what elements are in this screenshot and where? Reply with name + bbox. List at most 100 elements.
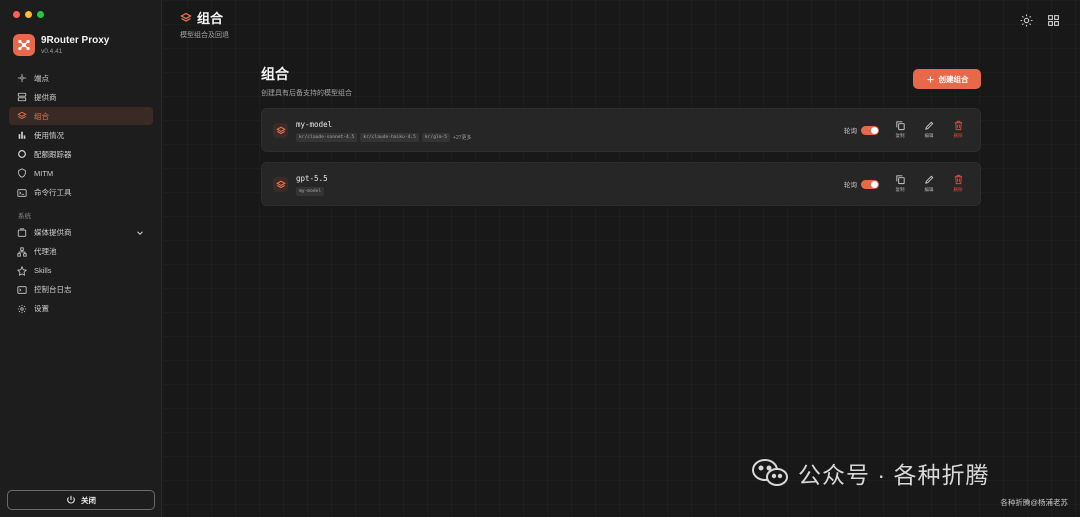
sidebar-item-label: 组合 xyxy=(34,111,49,121)
copy-button[interactable]: 复制 xyxy=(892,174,908,193)
round-robin-label: 轮询 xyxy=(844,128,857,135)
sidebar-nav: 端点 提供商 组合 使用情况 配额跟踪器 MITM 命令行工具 系统 媒体提供商… xyxy=(9,69,153,319)
watermark-text: 公众号 · 各种折腾 xyxy=(798,462,990,488)
brand: 9Router Proxy v0.4.41 xyxy=(13,34,109,56)
layers-icon xyxy=(17,111,27,120)
sidebar-item-quota[interactable]: 配额跟踪器 xyxy=(9,145,153,163)
minimize-window-button[interactable] xyxy=(25,11,32,18)
copy-icon xyxy=(895,121,905,131)
edit-label: 编辑 xyxy=(924,187,934,192)
sidebar-item-proxy-pool[interactable]: 代理池 xyxy=(9,243,153,261)
delete-button[interactable]: 删除 xyxy=(950,120,966,139)
create-combo-label: 创建组合 xyxy=(938,74,969,84)
sidebar-item-mitm[interactable]: MITM xyxy=(9,164,153,182)
edit-label: 编辑 xyxy=(924,133,934,138)
model-tag: kr/claude-haiku-4.5 xyxy=(360,133,419,142)
copy-icon xyxy=(895,175,905,185)
copy-label: 复制 xyxy=(895,187,905,192)
skills-icon xyxy=(17,265,27,276)
page-title: 组合 xyxy=(261,66,289,82)
sidebar-item-label: 设置 xyxy=(34,304,49,314)
gear-icon xyxy=(17,304,27,314)
delete-label: 删除 xyxy=(953,187,963,192)
sidebar-item-media-providers[interactable]: 媒体提供商 xyxy=(9,224,153,242)
pencil-icon xyxy=(924,121,933,130)
app-version: v0.4.41 xyxy=(41,47,63,55)
combo-card[interactable]: my-model kr/claude-sonnet-4.5 kr/claude-… xyxy=(261,108,981,152)
round-robin-control: 轮询 xyxy=(844,179,879,189)
model-tag: my-model xyxy=(296,187,325,196)
shutdown-label: 关闭 xyxy=(81,495,96,505)
sidebar-item-skills[interactable]: Skills xyxy=(9,262,153,280)
sidebar: 9Router Proxy v0.4.41 端点 提供商 组合 使用情况 配额跟… xyxy=(0,0,162,517)
plus-icon xyxy=(927,76,933,82)
app-name: 9Router Proxy xyxy=(41,34,110,46)
combo-name: gpt-5.5 xyxy=(296,174,328,183)
main-content: 组合 模型组合及回退 组合 创建具有后备支持的模型组合 创建组合 my-mode… xyxy=(163,0,1080,517)
round-robin-control: 轮询 xyxy=(844,125,879,135)
watermark-subtext: 各种折腾@杨浦老苏 xyxy=(1000,498,1068,507)
sidebar-item-settings[interactable]: 设置 xyxy=(9,300,153,318)
wechat-icon xyxy=(752,459,788,486)
model-tag: kr/glm-5 xyxy=(421,133,451,142)
layers-icon xyxy=(180,12,192,22)
shield-icon xyxy=(18,168,26,179)
sidebar-item-usage[interactable]: 使用情况 xyxy=(9,126,153,144)
sidebar-item-label: 媒体提供商 xyxy=(34,228,72,238)
trash-icon xyxy=(954,174,962,185)
power-icon xyxy=(67,495,75,504)
server-icon xyxy=(17,92,27,102)
sidebar-item-providers[interactable]: 提供商 xyxy=(9,88,153,106)
round-robin-toggle[interactable] xyxy=(861,125,879,135)
app-logo-icon xyxy=(13,34,35,56)
chevron-down-icon[interactable] xyxy=(135,228,145,238)
grid-icon[interactable] xyxy=(1047,14,1060,27)
close-window-button[interactable] xyxy=(13,11,20,18)
sidebar-item-label: Skills xyxy=(34,266,52,276)
edit-button[interactable]: 编辑 xyxy=(921,174,937,193)
combo-tags: kr/claude-sonnet-4.5 kr/claude-haiku-4.5… xyxy=(296,133,472,142)
trash-icon xyxy=(954,120,962,131)
page-subtitle: 创建具有后备支持的模型组合 xyxy=(261,90,352,97)
combo-name: my-model xyxy=(296,120,333,129)
sidebar-item-endpoints[interactable]: 端点 xyxy=(9,69,153,87)
network-icon xyxy=(17,247,27,257)
topbar-subtitle: 模型组合及回退 xyxy=(180,32,229,39)
sidebar-item-label: 端点 xyxy=(34,73,49,83)
round-robin-toggle[interactable] xyxy=(861,179,879,189)
layers-icon xyxy=(273,177,288,192)
sidebar-item-label: 命令行工具 xyxy=(34,188,72,198)
delete-label: 删除 xyxy=(953,133,963,138)
sidebar-item-cli[interactable]: 命令行工具 xyxy=(9,184,153,202)
zoom-window-button[interactable] xyxy=(37,11,44,18)
topbar-title: 组合 xyxy=(180,8,229,27)
copy-label: 复制 xyxy=(895,133,905,138)
sidebar-item-label: MITM xyxy=(34,168,54,178)
watermark: 公众号 · 各种折腾 xyxy=(750,456,989,490)
window-controls xyxy=(13,11,44,18)
topbar-title-text: 组合 xyxy=(197,11,224,26)
combo-tags: my-model xyxy=(296,187,325,196)
model-tag: kr/claude-sonnet-4.5 xyxy=(296,133,358,142)
combo-card[interactable]: gpt-5.5 my-model 轮询 复制 编辑 删除 xyxy=(261,162,981,206)
sidebar-section-system: 系统 xyxy=(18,212,31,220)
layers-icon xyxy=(273,123,288,138)
round-robin-label: 轮询 xyxy=(844,182,857,189)
sidebar-item-label: 使用情况 xyxy=(34,130,64,140)
terminal-icon xyxy=(17,188,27,197)
sidebar-item-console-log[interactable]: 控制台日志 xyxy=(9,281,153,299)
donut-icon xyxy=(18,150,26,159)
theme-toggle-icon[interactable] xyxy=(1020,14,1033,27)
sidebar-item-label: 配额跟踪器 xyxy=(34,149,72,159)
create-combo-button[interactable]: 创建组合 xyxy=(913,69,981,89)
pencil-icon xyxy=(924,175,933,184)
sidebar-item-label: 控制台日志 xyxy=(34,285,72,295)
more-models-count: +27更多 xyxy=(453,135,472,141)
edit-button[interactable]: 编辑 xyxy=(921,120,937,139)
sidebar-item-combos[interactable]: 组合 xyxy=(9,107,153,126)
shutdown-button[interactable]: 关闭 xyxy=(7,490,155,510)
combo-actions: 轮询 复制 编辑 删除 xyxy=(844,174,966,193)
combo-actions: 轮询 复制 编辑 删除 xyxy=(844,120,966,139)
copy-button[interactable]: 复制 xyxy=(892,120,908,139)
delete-button[interactable]: 删除 xyxy=(950,174,966,193)
